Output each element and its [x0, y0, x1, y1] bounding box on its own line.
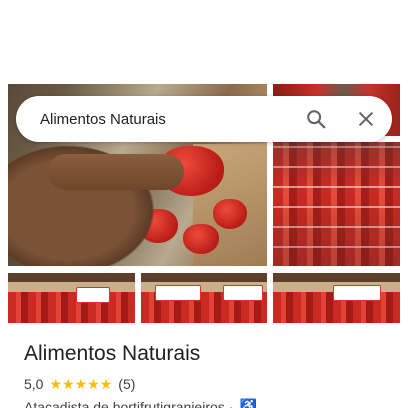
photo-box-label: [155, 285, 201, 301]
search-button[interactable]: [296, 99, 336, 139]
review-count[interactable]: (5): [118, 376, 135, 392]
wheelchair-icon: ♿: [239, 398, 257, 408]
star-icon: ★: [99, 376, 113, 392]
photo-shade: [273, 142, 400, 266]
photo-box-label: [76, 287, 110, 303]
star-icon: ★: [87, 376, 100, 392]
rating-row[interactable]: 5,0 ★ ★ ★ ★ ★ (5): [24, 376, 135, 392]
close-icon: [359, 112, 373, 126]
place-title: Alimentos Naturais: [24, 342, 201, 365]
star-icon: ★: [74, 376, 88, 392]
close-button[interactable]: [346, 99, 386, 139]
photo-strawberry: [213, 199, 247, 229]
search-bar[interactable]: Alimentos Naturais: [16, 96, 392, 142]
star-icon: ★: [49, 376, 63, 392]
category-row: Atacadista de hortifrutigranjeiros · ♿: [24, 398, 257, 408]
photo-bottom-1[interactable]: [8, 273, 135, 323]
photo-box-label: [333, 285, 381, 301]
separator: ·: [228, 398, 234, 408]
rating-value: 5,0: [24, 376, 44, 392]
photo-bottom-2[interactable]: [141, 273, 267, 323]
star-icon: ★: [62, 376, 75, 392]
star-rating: ★ ★ ★ ★ ★: [49, 377, 112, 391]
photo-finger: [48, 154, 184, 190]
search-icon: [307, 110, 326, 129]
place-category: Atacadista de hortifrutigranjeiros: [24, 398, 225, 408]
photo-middle-right[interactable]: [273, 142, 400, 266]
photo-box-label: [223, 285, 263, 301]
photo-bottom-3[interactable]: [273, 273, 400, 323]
photo-strawberry: [183, 224, 219, 254]
search-input[interactable]: Alimentos Naturais: [16, 111, 296, 128]
